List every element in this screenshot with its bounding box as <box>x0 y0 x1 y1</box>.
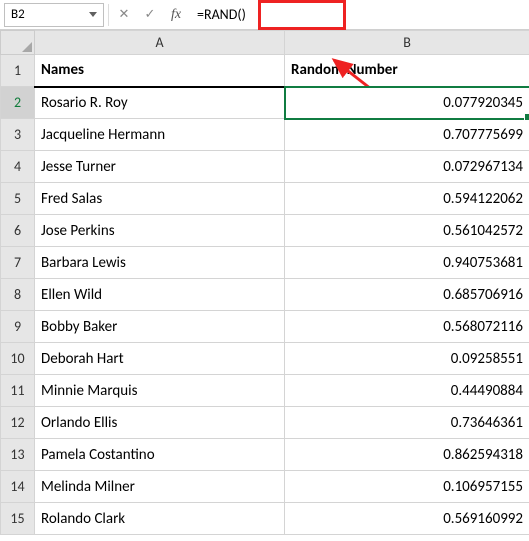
table-row: 9 Bobby Baker 0.568072116 <box>1 311 529 343</box>
cell-b1[interactable]: Random Number <box>285 55 529 87</box>
row-header[interactable]: 5 <box>1 183 35 215</box>
cell-value[interactable]: 0.09258551 <box>285 343 529 375</box>
row-header[interactable]: 7 <box>1 247 35 279</box>
table-row: 12 Orlando Ellis 0.73646361 <box>1 407 529 439</box>
row-header[interactable]: 11 <box>1 375 35 407</box>
table-row: 15 Rolando Clark 0.569160992 <box>1 503 529 535</box>
confirm-icon[interactable]: ✓ <box>139 4 161 26</box>
cell-name[interactable]: Deborah Hart <box>35 343 285 375</box>
column-header-a[interactable]: A <box>35 31 285 55</box>
cell-name[interactable]: Fred Salas <box>35 183 285 215</box>
row-header[interactable]: 2 <box>1 87 35 119</box>
cell-name[interactable]: Melinda Milner <box>35 471 285 503</box>
row-header[interactable]: 12 <box>1 407 35 439</box>
spreadsheet-grid: A B 1 Names Random Number 2 Rosario R. R… <box>0 30 529 535</box>
formula-bar: B2 ✕ ✓ fx =RAND() <box>0 0 529 30</box>
cell-name[interactable]: Orlando Ellis <box>35 407 285 439</box>
column-header-b[interactable]: B <box>285 31 529 55</box>
cell-value[interactable]: 0.707775699 <box>285 119 529 151</box>
cell-value[interactable]: 0.077920345 <box>285 87 529 119</box>
row-header[interactable]: 10 <box>1 343 35 375</box>
cell-name[interactable]: Rolando Clark <box>35 503 285 535</box>
divider <box>108 4 109 26</box>
row-header[interactable]: 8 <box>1 279 35 311</box>
cell-value[interactable]: 0.106957155 <box>285 471 529 503</box>
cell-a1[interactable]: Names <box>35 55 285 87</box>
cell-name[interactable]: Rosario R. Roy <box>35 87 285 119</box>
cell-reference: B2 <box>11 7 25 22</box>
fx-icon[interactable]: fx <box>165 4 187 26</box>
row-header[interactable]: 9 <box>1 311 35 343</box>
name-box[interactable]: B2 <box>4 3 104 27</box>
cell-value[interactable]: 0.862594318 <box>285 439 529 471</box>
cell-value[interactable]: 0.568072116 <box>285 311 529 343</box>
cell-name[interactable]: Minnie Marquis <box>35 375 285 407</box>
cancel-icon[interactable]: ✕ <box>113 4 135 26</box>
cell-value[interactable]: 0.73646361 <box>285 407 529 439</box>
table-row: 8 Ellen Wild 0.685706916 <box>1 279 529 311</box>
cell-value[interactable]: 0.594122062 <box>285 183 529 215</box>
table-row: 4 Jesse Turner 0.072967134 <box>1 151 529 183</box>
cell-value[interactable]: 0.44490884 <box>285 375 529 407</box>
row-header[interactable]: 13 <box>1 439 35 471</box>
cell-value[interactable]: 0.072967134 <box>285 151 529 183</box>
column-header-row: A B <box>1 31 529 55</box>
formula-input[interactable]: =RAND() <box>191 3 281 27</box>
cell-name[interactable]: Barbara Lewis <box>35 247 285 279</box>
cell-value[interactable]: 0.940753681 <box>285 247 529 279</box>
table-row: 6 Jose Perkins 0.561042572 <box>1 215 529 247</box>
table-row: 1 Names Random Number <box>1 55 529 87</box>
cell-name[interactable]: Jesse Turner <box>35 151 285 183</box>
select-all-corner[interactable] <box>1 31 35 55</box>
row-header[interactable]: 4 <box>1 151 35 183</box>
cell-value[interactable]: 0.561042572 <box>285 215 529 247</box>
table-row: 5 Fred Salas 0.594122062 <box>1 183 529 215</box>
row-header[interactable]: 15 <box>1 503 35 535</box>
table-row: 11 Minnie Marquis 0.44490884 <box>1 375 529 407</box>
table-row: 2 Rosario R. Roy 0.077920345 <box>1 87 529 119</box>
table-row: 14 Melinda Milner 0.106957155 <box>1 471 529 503</box>
cell-name[interactable]: Jacqueline Hermann <box>35 119 285 151</box>
table-row: 3 Jacqueline Hermann 0.707775699 <box>1 119 529 151</box>
table-row: 10 Deborah Hart 0.09258551 <box>1 343 529 375</box>
table-row: 13 Pamela Costantino 0.862594318 <box>1 439 529 471</box>
row-header[interactable]: 6 <box>1 215 35 247</box>
cell-name[interactable]: Bobby Baker <box>35 311 285 343</box>
cell-name[interactable]: Ellen Wild <box>35 279 285 311</box>
table-row: 7 Barbara Lewis 0.940753681 <box>1 247 529 279</box>
chevron-down-icon[interactable] <box>89 12 97 17</box>
cell-name[interactable]: Pamela Costantino <box>35 439 285 471</box>
cell-name[interactable]: Jose Perkins <box>35 215 285 247</box>
cell-value[interactable]: 0.685706916 <box>285 279 529 311</box>
row-header[interactable]: 14 <box>1 471 35 503</box>
row-header[interactable]: 3 <box>1 119 35 151</box>
row-header[interactable]: 1 <box>1 55 35 87</box>
cell-value[interactable]: 0.569160992 <box>285 503 529 535</box>
